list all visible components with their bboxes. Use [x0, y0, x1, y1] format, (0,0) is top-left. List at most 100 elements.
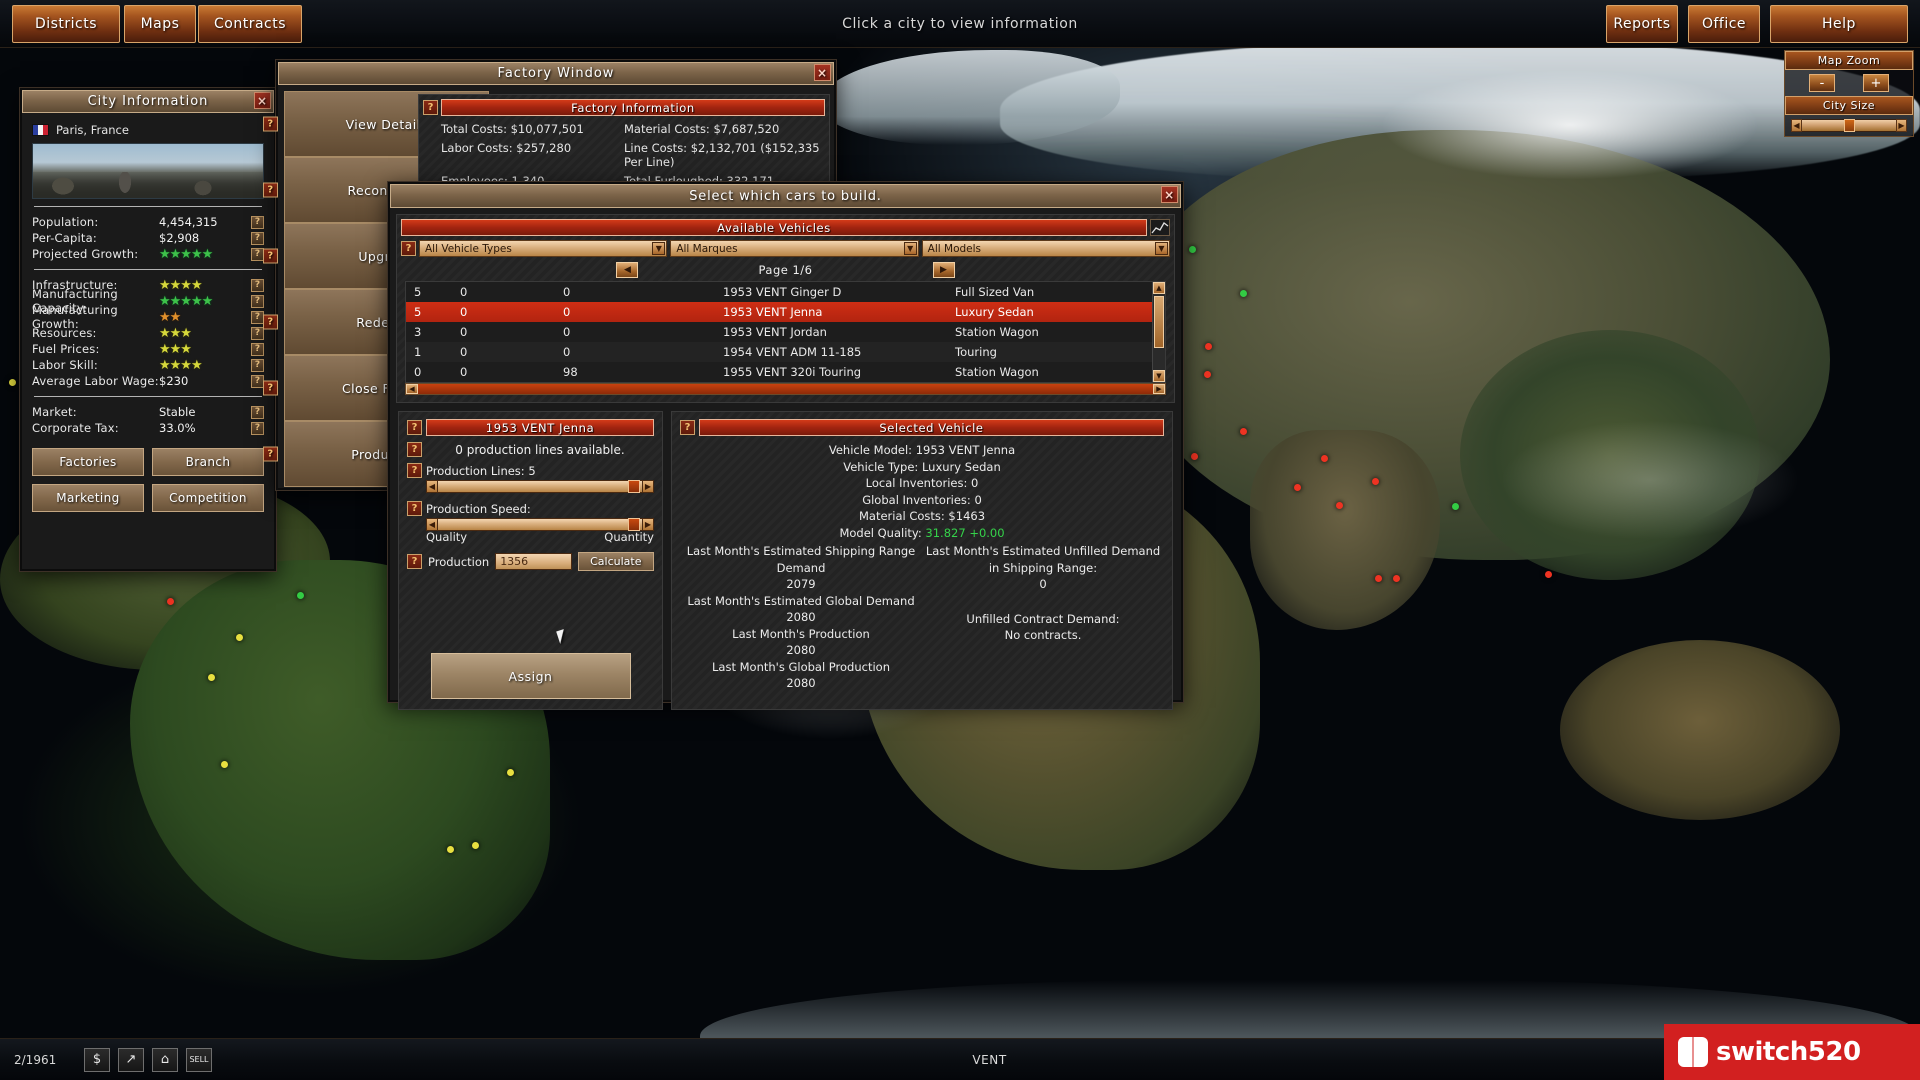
finance-icon[interactable]: $: [84, 1047, 110, 1072]
stat-help-icon[interactable]: ?: [251, 294, 264, 308]
city-marker[interactable]: [1321, 455, 1328, 462]
production-value-help-icon[interactable]: ?: [407, 554, 422, 569]
nav-maps-button[interactable]: Maps: [124, 5, 196, 43]
stat-help-icon[interactable]: ?: [251, 405, 264, 419]
stat-help-icon[interactable]: ?: [251, 342, 264, 356]
page-next-button[interactable]: ▶: [932, 262, 955, 278]
city-size-increase-icon[interactable]: ▶: [1896, 119, 1907, 132]
factory-information-help-icon[interactable]: ?: [423, 100, 438, 115]
city-competition-button[interactable]: Competition: [152, 484, 264, 512]
city-marker[interactable]: [1372, 478, 1379, 485]
production-lines-slider[interactable]: ◀ ▶: [426, 480, 654, 493]
nav-contracts-button[interactable]: Contracts: [198, 5, 302, 43]
factory-side-help-icon[interactable]: ?: [263, 314, 278, 330]
production-model-help-icon[interactable]: ?: [407, 420, 422, 435]
factory-window-close-button[interactable]: ×: [814, 64, 831, 81]
filter-marque-dropdown[interactable]: All Marques ▼: [670, 240, 919, 257]
line-chart-icon[interactable]: [1150, 219, 1170, 236]
city-marker[interactable]: [507, 769, 514, 776]
scroll-thumb[interactable]: [1154, 296, 1164, 348]
city-marker[interactable]: [236, 634, 243, 641]
stat-help-icon[interactable]: ?: [251, 278, 264, 292]
vehicle-table-row[interactable]: 3 0 0 1953 VENT Jordan Station Wagon: [406, 322, 1165, 342]
production-value-input[interactable]: 1356: [495, 553, 572, 570]
city-marker[interactable]: [297, 592, 304, 599]
production-lines-help-icon[interactable]: ?: [407, 463, 422, 478]
city-marker[interactable]: [167, 598, 174, 605]
chevron-down-icon[interactable]: ▼: [652, 242, 666, 255]
lines-increase-icon[interactable]: ▶: [642, 480, 654, 493]
vehicle-filters-help-icon[interactable]: ?: [401, 241, 416, 256]
chevron-down-icon[interactable]: ▼: [903, 242, 917, 255]
nav-districts-button[interactable]: Districts: [12, 5, 120, 43]
lines-decrease-icon[interactable]: ◀: [426, 480, 438, 493]
stat-help-icon[interactable]: ?: [251, 421, 264, 435]
city-marker[interactable]: [1375, 575, 1382, 582]
filter-model-dropdown[interactable]: All Models ▼: [921, 240, 1170, 257]
nav-help-button[interactable]: Help: [1770, 5, 1908, 43]
scroll-up-icon[interactable]: ▲: [1153, 282, 1165, 294]
city-marker[interactable]: [447, 846, 454, 853]
production-speed-slider[interactable]: ◀ ▶: [426, 518, 654, 531]
city-size-decrease-icon[interactable]: ◀: [1791, 119, 1802, 132]
city-size-slider[interactable]: ◀ ▶: [1791, 119, 1907, 132]
map-zoom-out-button[interactable]: -: [1809, 74, 1835, 92]
factory-side-help-icon[interactable]: ?: [263, 446, 278, 462]
city-marker[interactable]: [9, 379, 16, 386]
nav-office-button[interactable]: Office: [1688, 5, 1760, 43]
scroll-left-icon[interactable]: ◀: [406, 384, 418, 394]
city-marketing-button[interactable]: Marketing: [32, 484, 144, 512]
speed-decrease-icon[interactable]: ◀: [426, 518, 438, 531]
city-marker[interactable]: [1545, 571, 1552, 578]
sell-icon[interactable]: SELL: [186, 1047, 212, 1072]
city-marker[interactable]: [472, 842, 479, 849]
assign-button[interactable]: Assign: [430, 653, 631, 699]
map-zoom-in-button[interactable]: +: [1863, 74, 1889, 92]
city-marker[interactable]: [1452, 503, 1459, 510]
factory-side-help-icon[interactable]: ?: [263, 248, 278, 264]
stat-help-icon[interactable]: ?: [251, 215, 264, 229]
factory-side-help-icon[interactable]: ?: [263, 116, 278, 132]
city-marker[interactable]: [1240, 428, 1247, 435]
city-marker[interactable]: [1294, 484, 1301, 491]
city-factories-button[interactable]: Factories: [32, 448, 144, 476]
city-marker[interactable]: [208, 674, 215, 681]
production-speed-help-icon[interactable]: ?: [407, 501, 422, 516]
bank-icon[interactable]: ⌂: [152, 1047, 178, 1072]
city-branch-button[interactable]: Branch: [152, 448, 264, 476]
scroll-right-icon[interactable]: ▶: [1153, 384, 1165, 394]
city-marker[interactable]: [1204, 371, 1211, 378]
select-cars-close-button[interactable]: ×: [1161, 186, 1178, 203]
vehicle-table-row[interactable]: 1 0 0 1954 VENT ADM 11-185 Touring: [406, 342, 1165, 362]
chart-icon[interactable]: ↗: [118, 1047, 144, 1072]
city-marker[interactable]: [1393, 575, 1400, 582]
stat-help-icon[interactable]: ?: [251, 231, 264, 245]
city-marker[interactable]: [1240, 290, 1247, 297]
calculate-button[interactable]: Calculate: [577, 552, 654, 571]
city-information-close-button[interactable]: ×: [254, 92, 271, 109]
city-marker[interactable]: [1189, 246, 1196, 253]
city-marker[interactable]: [1336, 502, 1343, 509]
factory-side-help-icon[interactable]: ?: [263, 380, 278, 396]
city-size-slider-handle[interactable]: [1844, 119, 1855, 132]
city-marker[interactable]: [221, 761, 228, 768]
vehicle-table-vertical-scrollbar[interactable]: ▲ ▼: [1152, 282, 1165, 382]
vehicle-table-row[interactable]: 5 0 0 1953 VENT Jenna Luxury Sedan: [406, 302, 1165, 322]
vehicle-table-row[interactable]: 5 0 0 1953 VENT Ginger D Full Sized Van: [406, 282, 1165, 302]
vehicle-table-row[interactable]: 0 0 98 1955 VENT 320i Touring Station Wagon: [406, 362, 1165, 382]
scroll-down-icon[interactable]: ▼: [1153, 370, 1165, 382]
page-prev-button[interactable]: ◀: [616, 262, 639, 278]
city-marker[interactable]: [1205, 343, 1212, 350]
stat-help-icon[interactable]: ?: [251, 358, 264, 372]
speed-slider-handle[interactable]: [628, 518, 640, 531]
nav-reports-button[interactable]: Reports: [1606, 5, 1678, 43]
lines-slider-handle[interactable]: [628, 480, 640, 493]
factory-side-help-icon[interactable]: ?: [263, 182, 278, 198]
vehicle-table-horizontal-scrollbar[interactable]: ◀ ▶: [405, 383, 1166, 395]
production-availability-help-icon[interactable]: ?: [407, 442, 422, 457]
filter-vehicle-type-dropdown[interactable]: All Vehicle Types ▼: [419, 240, 668, 257]
chevron-down-icon[interactable]: ▼: [1154, 242, 1168, 255]
selected-vehicle-help-icon[interactable]: ?: [680, 420, 695, 435]
city-marker[interactable]: [1191, 453, 1198, 460]
speed-increase-icon[interactable]: ▶: [642, 518, 654, 531]
